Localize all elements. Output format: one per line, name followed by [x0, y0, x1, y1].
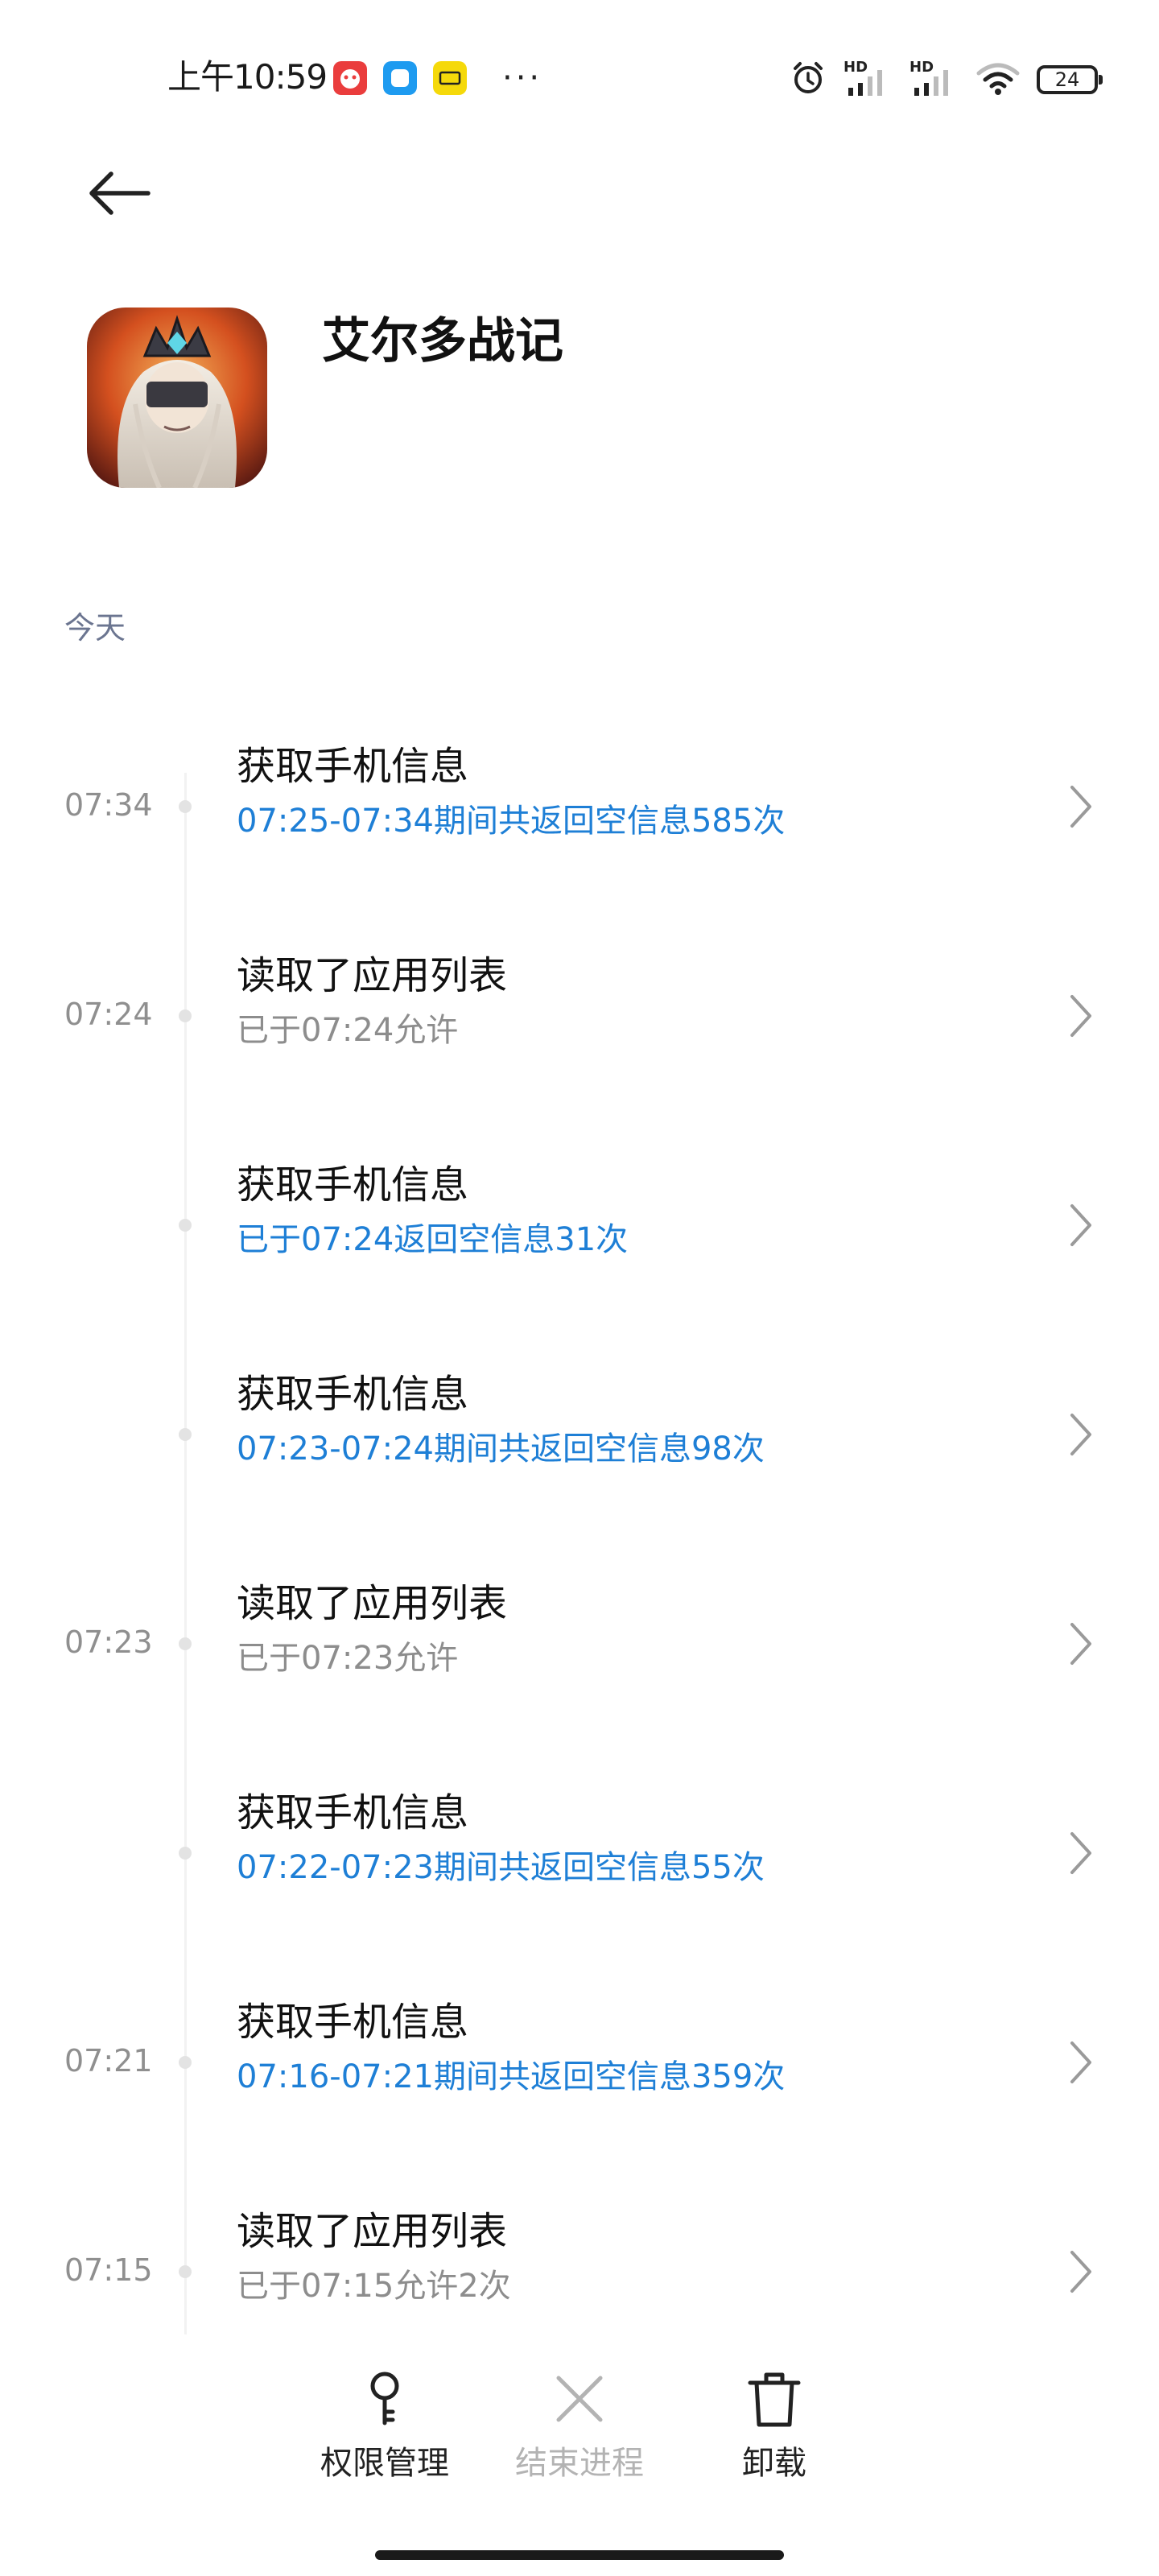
timeline-time: 07:23 — [64, 1624, 153, 1660]
timeline-item[interactable]: 获取手机信息 已于07:24返回空信息31次 — [0, 1158, 1159, 1319]
timeline-dot — [179, 1637, 192, 1650]
chevron-right-icon — [1070, 1832, 1091, 1874]
bottom-action-bar: 权限管理 结束进程 卸载 — [0, 2334, 1159, 2576]
timeline-title: 读取了应用列表 — [237, 1581, 508, 1626]
status-time: 上午10:59 — [167, 57, 328, 97]
back-arrow-icon — [89, 171, 151, 215]
timeline-item[interactable]: 07:34 获取手机信息 07:25-07:34期间共返回空信息585次 — [0, 739, 1159, 900]
notification-app-icon-2 — [383, 61, 417, 95]
timeline-detail: 07:16-07:21期间共返回空信息359次 — [237, 2058, 786, 2095]
alarm-icon — [789, 59, 827, 101]
network-type-label-1: HD — [843, 59, 868, 76]
end-process-label: 结束进程 — [515, 2445, 644, 2482]
app-icon — [87, 308, 267, 488]
timeline-title: 获取手机信息 — [237, 744, 469, 789]
battery-icon: 24 — [1037, 65, 1103, 94]
uninstall-button[interactable]: 卸载 — [678, 2367, 871, 2520]
battery-level: 24 — [1054, 68, 1080, 91]
end-process-button[interactable]: 结束进程 — [483, 2367, 676, 2520]
chevron-right-icon — [1070, 786, 1091, 828]
timeline-item[interactable]: 获取手机信息 07:23-07:24期间共返回空信息98次 — [0, 1367, 1159, 1528]
status-bar: 上午10:59 ··· HD HD 24 — [0, 0, 1159, 153]
chevron-right-icon — [1070, 2251, 1091, 2293]
section-title-today: 今天 — [64, 610, 126, 646]
timeline-title: 获取手机信息 — [237, 1372, 469, 1417]
close-icon — [547, 2367, 612, 2431]
timeline-detail: 已于07:15允许2次 — [237, 2268, 511, 2305]
timeline-item[interactable]: 07:23 读取了应用列表 已于07:23允许 — [0, 1576, 1159, 1737]
timeline-detail: 07:25-07:34期间共返回空信息585次 — [237, 803, 786, 840]
timeline-title: 读取了应用列表 — [237, 2209, 508, 2254]
timeline-item[interactable]: 07:24 读取了应用列表 已于07:24允许 — [0, 948, 1159, 1109]
chevron-right-icon — [1070, 2041, 1091, 2083]
key-icon — [353, 2367, 417, 2431]
app-name: 艾尔多战记 — [322, 313, 563, 369]
chevron-right-icon — [1070, 1204, 1091, 1246]
status-more-dots: ··· — [502, 60, 543, 97]
timeline-detail: 已于07:23允许 — [237, 1640, 459, 1677]
signal-icon-2: HD — [908, 59, 959, 99]
timeline-dot — [179, 1219, 192, 1232]
permissions-label: 权限管理 — [320, 2445, 449, 2482]
timeline-time: 07:24 — [64, 997, 153, 1032]
timeline-time: 07:34 — [64, 787, 153, 823]
timeline-dot — [179, 800, 192, 813]
network-type-label-2: HD — [909, 59, 934, 76]
chevron-right-icon — [1070, 995, 1091, 1037]
timeline-title: 获取手机信息 — [237, 1162, 469, 1208]
timeline-detail: 07:23-07:24期间共返回空信息98次 — [237, 1430, 765, 1468]
uninstall-label: 卸载 — [742, 2445, 806, 2482]
chevron-right-icon — [1070, 1623, 1091, 1665]
timeline-dot — [179, 1428, 192, 1441]
home-indicator[interactable] — [375, 2550, 784, 2560]
status-right-group: HD HD 24 — [789, 59, 1103, 101]
notification-app-icon-1 — [333, 61, 367, 95]
notification-app-icon-3 — [433, 61, 467, 95]
timeline-dot — [179, 2265, 192, 2278]
timeline-time: 07:15 — [64, 2252, 153, 2288]
timeline-title: 获取手机信息 — [237, 1790, 469, 1835]
timeline-detail: 已于07:24允许 — [237, 1012, 459, 1049]
chevron-right-icon — [1070, 1414, 1091, 1455]
timeline-item[interactable]: 07:21 获取手机信息 07:16-07:21期间共返回空信息359次 — [0, 1995, 1159, 2156]
timeline-dot — [179, 1847, 192, 1860]
timeline-dot — [179, 1009, 192, 1022]
timeline-dot — [179, 2056, 192, 2069]
wifi-icon — [974, 59, 1022, 101]
timeline-detail: 已于07:24返回空信息31次 — [237, 1221, 629, 1258]
screen: 上午10:59 ··· HD HD 24 艾尔多战记 今天 07:34 获取手机… — [0, 0, 1159, 2576]
trash-icon — [742, 2367, 806, 2431]
timeline-item[interactable]: 获取手机信息 07:22-07:23期间共返回空信息55次 — [0, 1785, 1159, 1946]
timeline-time: 07:21 — [64, 2043, 153, 2079]
signal-icon-1: HD — [842, 59, 893, 99]
timeline-detail: 07:22-07:23期间共返回空信息55次 — [237, 1849, 765, 1886]
timeline-title: 读取了应用列表 — [237, 953, 508, 998]
permissions-button[interactable]: 权限管理 — [288, 2367, 481, 2520]
timeline-title: 获取手机信息 — [237, 2000, 469, 2045]
back-button[interactable] — [80, 158, 158, 229]
